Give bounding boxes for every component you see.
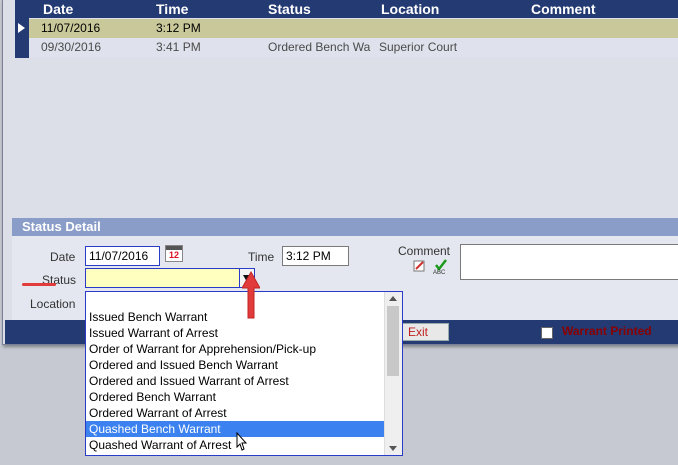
row-time: 3:41 PM xyxy=(156,40,201,54)
dropdown-option[interactable]: Issued Bench Warrant xyxy=(86,309,384,325)
row-location: Superior Court xyxy=(379,40,458,54)
comment-field[interactable] xyxy=(460,244,678,280)
current-row-arrow-icon xyxy=(18,23,25,33)
row-date: 09/30/2016 xyxy=(41,40,102,54)
exit-button[interactable]: Exit xyxy=(401,323,449,341)
spellcheck-icon[interactable]: ABC xyxy=(412,258,452,274)
scroll-up-icon[interactable] xyxy=(389,296,397,301)
time-label: Time xyxy=(248,250,275,264)
row-date: 11/07/2016 xyxy=(41,21,101,35)
status-detail-title: Status Detail xyxy=(12,218,678,236)
table-row[interactable]: 11/07/2016 3:12 PM xyxy=(29,19,678,38)
column-header-status[interactable]: Status xyxy=(268,0,311,18)
column-header-time[interactable]: Time xyxy=(156,0,188,18)
column-header-comment[interactable]: Comment xyxy=(531,0,596,18)
scrollbar-thumb[interactable] xyxy=(387,306,399,376)
red-arrow-annotation-icon xyxy=(242,270,260,319)
warrant-printed-checkbox[interactable] xyxy=(541,327,553,339)
mouse-cursor-icon xyxy=(236,432,248,451)
row-time: 3:12 PM xyxy=(156,21,201,35)
status-history-grid: Date Time Status Location Comment 11/07/… xyxy=(15,0,678,58)
dropdown-scrollbar[interactable] xyxy=(384,292,402,455)
date-label: Date xyxy=(50,250,76,264)
svg-text:ABC: ABC xyxy=(433,270,446,274)
calendar-icon[interactable]: 12 xyxy=(165,245,183,262)
column-header-date[interactable]: Date xyxy=(43,0,73,18)
dropdown-option[interactable]: Ordered Bench Warrant xyxy=(86,389,384,405)
grid-header: Date Time Status Location Comment xyxy=(15,0,678,18)
dropdown-option[interactable]: Ordered Warrant of Arrest xyxy=(86,405,384,421)
table-row[interactable]: 09/30/2016 3:41 PM Ordered Bench Wa Supe… xyxy=(29,38,678,57)
location-label: Location xyxy=(30,297,76,311)
scroll-down-icon[interactable] xyxy=(389,446,397,451)
row-status: Ordered Bench Wa xyxy=(268,40,371,54)
dropdown-option[interactable]: Ordered and Issued Warrant of Arrest xyxy=(86,373,384,389)
comment-label: Comment xyxy=(398,244,451,258)
dropdown-option[interactable]: Ordered and Issued Bench Warrant xyxy=(86,357,384,373)
date-input[interactable]: 11/07/2016 xyxy=(85,246,160,266)
warrant-printed-label: Warrant Printed xyxy=(562,324,652,338)
status-annotation-underline xyxy=(22,283,56,286)
column-header-location[interactable]: Location xyxy=(381,0,439,18)
time-input[interactable]: 3:12 PM xyxy=(282,246,349,266)
status-select[interactable] xyxy=(85,268,255,288)
dropdown-option[interactable]: Issued Warrant of Arrest xyxy=(86,325,384,341)
dropdown-option[interactable]: Order of Warrant for Apprehension/Pick-u… xyxy=(86,341,384,357)
